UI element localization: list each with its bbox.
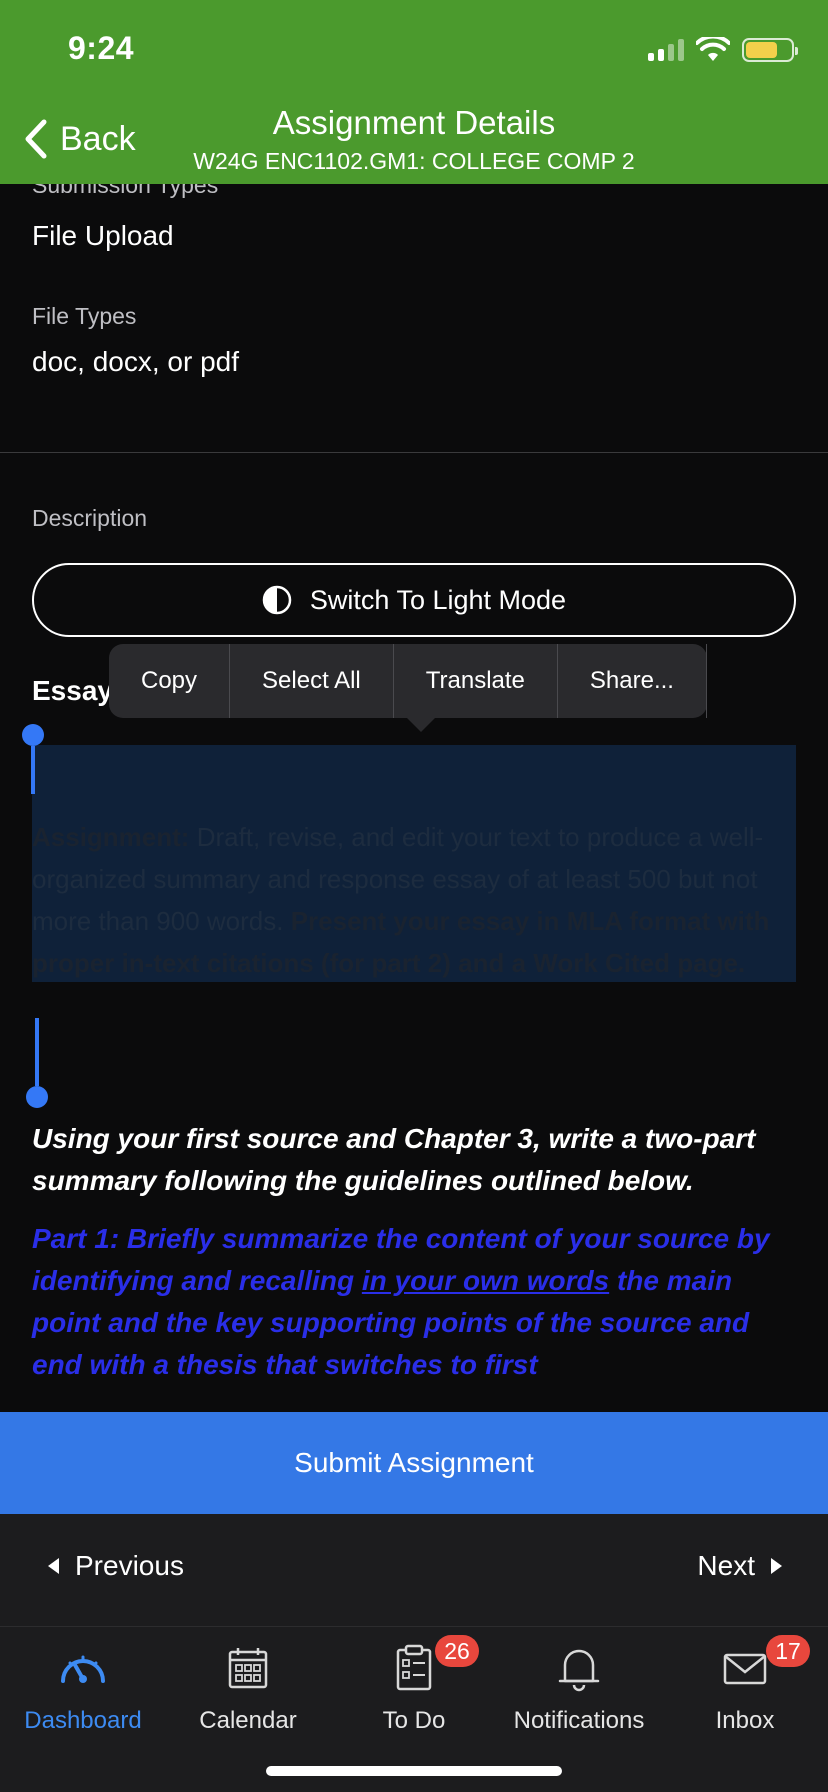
tab-calendar[interactable]: Calendar <box>165 1643 331 1735</box>
menu-pointer-arrow <box>407 718 435 732</box>
bell-icon <box>558 1649 600 1692</box>
menu-select-all[interactable]: Select All <box>230 644 394 718</box>
caret-left-icon <box>48 1558 59 1574</box>
course-subtitle: W24G ENC1102.GM1: COLLEGE COMP 2 <box>193 148 635 174</box>
switch-light-mode-label: Switch To Light Mode <box>309 584 567 615</box>
menu-translate[interactable]: Translate <box>394 644 558 718</box>
todo-clipboard-icon <box>396 1644 432 1691</box>
tab-inbox-label: Inbox <box>715 1707 775 1734</box>
header-bar: 9:24 Back Assignment Details W24G ENC110… <box>0 0 828 184</box>
tab-todo[interactable]: 26 To Do <box>331 1635 497 1735</box>
selection-start-handle[interactable] <box>22 724 44 794</box>
tab-notifications-label: Notifications <box>513 1707 645 1734</box>
status-time: 9:24 <box>68 30 135 66</box>
battery-icon <box>742 38 798 62</box>
tab-todo-label: To Do <box>382 1707 446 1734</box>
file-types-label: File Types <box>32 303 137 329</box>
page-title: Assignment Details <box>272 104 556 141</box>
switch-light-mode-button[interactable]: Switch To Light Mode <box>32 563 796 637</box>
next-label: Next <box>697 1550 755 1581</box>
text-context-menu: Copy Select All Translate Share... <box>109 644 707 732</box>
pager-bar: Previous Next <box>0 1514 828 1626</box>
tab-calendar-label: Calendar <box>199 1707 297 1734</box>
previous-button[interactable]: Previous <box>48 1550 184 1582</box>
wifi-icon <box>696 37 730 61</box>
tab-notifications[interactable]: Notifications <box>496 1643 662 1735</box>
tab-dashboard[interactable]: Dashboard <box>0 1643 166 1735</box>
submission-types-label: Submission Types <box>32 184 219 198</box>
part1-instructions: Part 1: Briefly summarize the content of… <box>32 1218 802 1386</box>
previous-label: Previous <box>75 1550 184 1581</box>
contrast-icon <box>262 585 292 615</box>
submit-assignment-button[interactable]: Submit Assignment <box>0 1412 828 1514</box>
essay-heading: Essay <box>32 675 113 706</box>
selection-end-handle[interactable] <box>26 1018 48 1108</box>
assignment-paragraph[interactable]: Assignment: Draft, revise, and edit your… <box>32 816 792 984</box>
assignment-label: Assignment: <box>32 822 190 852</box>
menu-copy[interactable]: Copy <box>109 644 231 718</box>
inbox-count-badge: 17 <box>766 1635 810 1667</box>
caret-right-icon <box>771 1558 782 1574</box>
section-divider <box>0 452 828 453</box>
part1-underlined: in your own words <box>361 1265 610 1296</box>
description-label: Description <box>32 505 148 531</box>
file-types-value: doc, docx, or pdf <box>32 346 240 377</box>
cellular-signal-icon <box>648 39 684 61</box>
menu-share[interactable]: Share... <box>558 644 707 718</box>
assignment-content[interactable]: Submission Types File Upload File Types … <box>0 184 828 1412</box>
submission-types-value: File Upload <box>32 220 174 251</box>
summary-intro: Using your first source and Chapter 3, w… <box>32 1123 756 1196</box>
envelope-icon <box>723 1653 767 1685</box>
todo-count-badge: 26 <box>435 1635 479 1667</box>
dashboard-gauge-icon <box>61 1655 105 1683</box>
home-indicator[interactable] <box>266 1766 562 1776</box>
calendar-icon <box>228 1648 268 1689</box>
submit-assignment-label: Submit Assignment <box>294 1447 534 1478</box>
status-icons <box>648 36 798 64</box>
tab-dashboard-label: Dashboard <box>24 1707 142 1734</box>
tab-inbox[interactable]: 17 Inbox <box>662 1635 828 1735</box>
next-button[interactable]: Next <box>697 1550 782 1582</box>
